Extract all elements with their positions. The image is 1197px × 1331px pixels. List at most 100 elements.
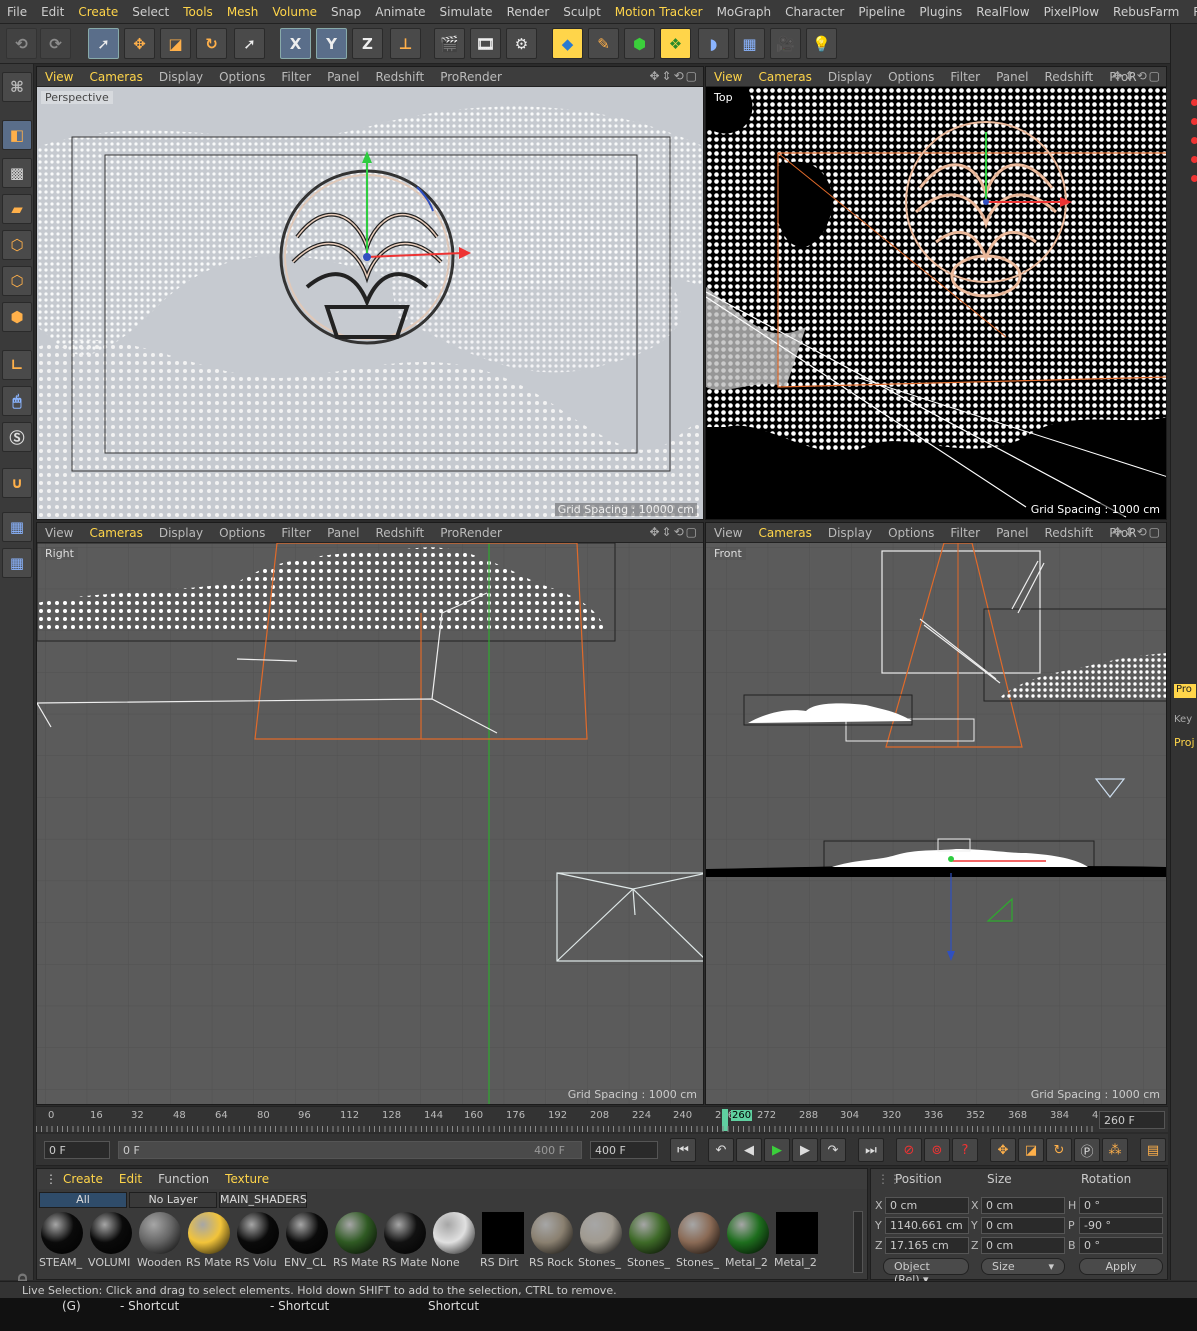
cube-icon[interactable]: ◆ [552, 28, 583, 59]
vp2-menu-display[interactable]: Display [820, 70, 880, 84]
grid-snap-icon[interactable]: ▦ [2, 548, 32, 578]
menu-character[interactable]: Character [778, 5, 851, 19]
menu-mesh[interactable]: Mesh [220, 5, 266, 19]
vp4-menu-cameras[interactable]: Cameras [750, 526, 819, 540]
viewport-nav-icons[interactable]: ✥⇕⟲▢ [649, 69, 699, 83]
vp2-menu-view[interactable]: View [706, 70, 750, 84]
menu-edit[interactable]: Edit [34, 5, 71, 19]
menu-pipeline[interactable]: Pipeline [851, 5, 912, 19]
size-field[interactable]: 0 cm [981, 1237, 1065, 1254]
mat-menu-create[interactable]: Create [55, 1172, 111, 1186]
keyframe-selection-icon[interactable]: ? [952, 1138, 978, 1162]
menu-realflow[interactable]: RealFlow [969, 5, 1036, 19]
material-swatch[interactable]: Stones_ [627, 1212, 673, 1270]
vp2-menu-redshift[interactable]: Redshift [1036, 70, 1101, 84]
viewport-perspective[interactable]: View Cameras Display Options Filter Pane… [36, 66, 704, 520]
live-selection-icon[interactable]: ➚ [88, 28, 119, 59]
menu-volume[interactable]: Volume [265, 5, 324, 19]
menu-select[interactable]: Select [125, 5, 176, 19]
pen-icon[interactable]: ✎ [588, 28, 619, 59]
menu-file[interactable]: File [0, 5, 34, 19]
texture-mode-icon[interactable]: ▩ [2, 158, 32, 188]
vp3-menu-options[interactable]: Options [211, 526, 273, 540]
size-field[interactable]: 0 cm [981, 1217, 1065, 1234]
material-swatch[interactable]: STEAM_ [39, 1212, 85, 1270]
mat-menu-edit[interactable]: Edit [111, 1172, 150, 1186]
vp3-menu-filter[interactable]: Filter [273, 526, 319, 540]
vp3-menu-panel[interactable]: Panel [319, 526, 367, 540]
vp4-menu-display[interactable]: Display [820, 526, 880, 540]
apply-button[interactable]: Apply [1079, 1258, 1163, 1275]
size-field[interactable]: 0 cm [981, 1197, 1065, 1214]
vp3-menu-view[interactable]: View [37, 526, 81, 540]
taskbar-item[interactable]: Shortcut [428, 1299, 479, 1313]
vp1-menu-filter[interactable]: Filter [273, 70, 319, 84]
mat-menu-texture[interactable]: Texture [217, 1172, 277, 1186]
layer-tab-all[interactable]: All [39, 1192, 127, 1208]
vp3-menu-redshift[interactable]: Redshift [367, 526, 432, 540]
material-swatch[interactable]: ENV_CL [284, 1212, 330, 1270]
vp4-menu-redshift[interactable]: Redshift [1036, 526, 1101, 540]
start-frame-field[interactable]: 0 F [44, 1141, 110, 1159]
coord-mode-dropdown[interactable]: Object (Rel) ▾ [883, 1258, 969, 1286]
rotate-icon[interactable]: ↻ [196, 28, 227, 59]
x-axis-lock-button[interactable]: X [280, 28, 311, 59]
vp1-menu-options[interactable]: Options [211, 70, 273, 84]
material-scrollbar[interactable] [853, 1211, 863, 1273]
tab-keys[interactable]: Key [1174, 714, 1196, 725]
vp1-menu-prorender[interactable]: ProRender [432, 70, 510, 84]
position-field[interactable]: 0 cm [885, 1197, 969, 1214]
coordinate-system-icon[interactable]: ⊥ [390, 28, 421, 59]
material-swatch[interactable]: Metal_2 [725, 1212, 771, 1270]
cloner-icon[interactable]: ❖ [660, 28, 691, 59]
vp3-menu-prorender[interactable]: ProRender [432, 526, 510, 540]
menu-mograph[interactable]: MoGraph [710, 5, 779, 19]
record-keys-icon[interactable]: ⊘ [896, 1138, 922, 1162]
tab-project[interactable]: Proj [1174, 736, 1197, 749]
key-rotation-icon[interactable]: ↻ [1046, 1138, 1072, 1162]
layer-tab-main-shaders[interactable]: MAIN_SHADERS [219, 1192, 307, 1208]
deformer-icon[interactable]: ◗ [698, 28, 729, 59]
model-mode-icon[interactable]: ◧ [2, 120, 32, 150]
go-to-end-icon[interactable]: ⏭ [858, 1138, 884, 1162]
key-position-icon[interactable]: ✥ [990, 1138, 1016, 1162]
material-swatch[interactable]: RS Dirt [480, 1212, 526, 1270]
viewport-right[interactable]: View Cameras Display Options Filter Pane… [36, 522, 704, 1105]
key-pla-icon[interactable]: ⁂ [1102, 1138, 1128, 1162]
menu-plugins[interactable]: Plugins [912, 5, 969, 19]
floor-icon[interactable]: ▦ [734, 28, 765, 59]
vp1-menu-redshift[interactable]: Redshift [367, 70, 432, 84]
material-swatch[interactable]: RS Volu [235, 1212, 281, 1270]
rotation-field[interactable]: 0 ° [1079, 1237, 1163, 1254]
timeline-ruler[interactable]: 0 16 32 48 64 80 96 112 128 144 160 176 192 208 224 240… [36, 1106, 1168, 1132]
taskbar-item[interactable]: (G) [62, 1299, 81, 1313]
play-icon[interactable]: ▶ [764, 1138, 790, 1162]
key-parameter-icon[interactable]: Ⓟ [1074, 1138, 1100, 1162]
go-to-start-icon[interactable]: ⏮ [670, 1138, 696, 1162]
next-frame-icon[interactable]: ▶ [792, 1138, 818, 1162]
menu-animate[interactable]: Animate [368, 5, 432, 19]
workplane-icon[interactable]: ▰ [2, 194, 32, 224]
vp1-menu-display[interactable]: Display [151, 70, 211, 84]
frame-range-slider[interactable]: 0 F 400 F [118, 1141, 582, 1159]
workplane-lock-icon[interactable]: ▦ [2, 512, 32, 542]
viewport-nav-icons[interactable]: ✥⇕⟲▢ [1112, 69, 1162, 83]
material-swatch[interactable]: RS Mate [382, 1212, 428, 1270]
end-frame-field[interactable]: 400 F [590, 1141, 658, 1159]
material-swatch[interactable]: VOLUMI [88, 1212, 134, 1270]
move-icon[interactable]: ✥ [124, 28, 155, 59]
autokey-icon[interactable]: ⊚ [924, 1138, 950, 1162]
snap-icon[interactable]: ∪ [2, 468, 32, 498]
position-field[interactable]: 1140.661 cm [885, 1217, 969, 1234]
next-key-icon[interactable]: ↷ [820, 1138, 846, 1162]
timeline-window-icon[interactable]: ▤ [1140, 1138, 1166, 1162]
menu-redshift[interactable]: Redshift [1186, 5, 1197, 19]
viewport-front[interactable]: View Cameras Display Options Filter Pane… [705, 522, 1167, 1105]
axis-mode-icon[interactable]: ∟ [2, 350, 32, 380]
material-swatch[interactable]: None [431, 1212, 477, 1270]
polygons-mode-icon[interactable]: ⬢ [2, 302, 32, 332]
taskbar-item[interactable]: - Shortcut [120, 1299, 179, 1313]
edges-mode-icon[interactable]: ⬡ [2, 266, 32, 296]
material-swatch[interactable]: RS Mate [186, 1212, 232, 1270]
menu-simulate[interactable]: Simulate [433, 5, 500, 19]
